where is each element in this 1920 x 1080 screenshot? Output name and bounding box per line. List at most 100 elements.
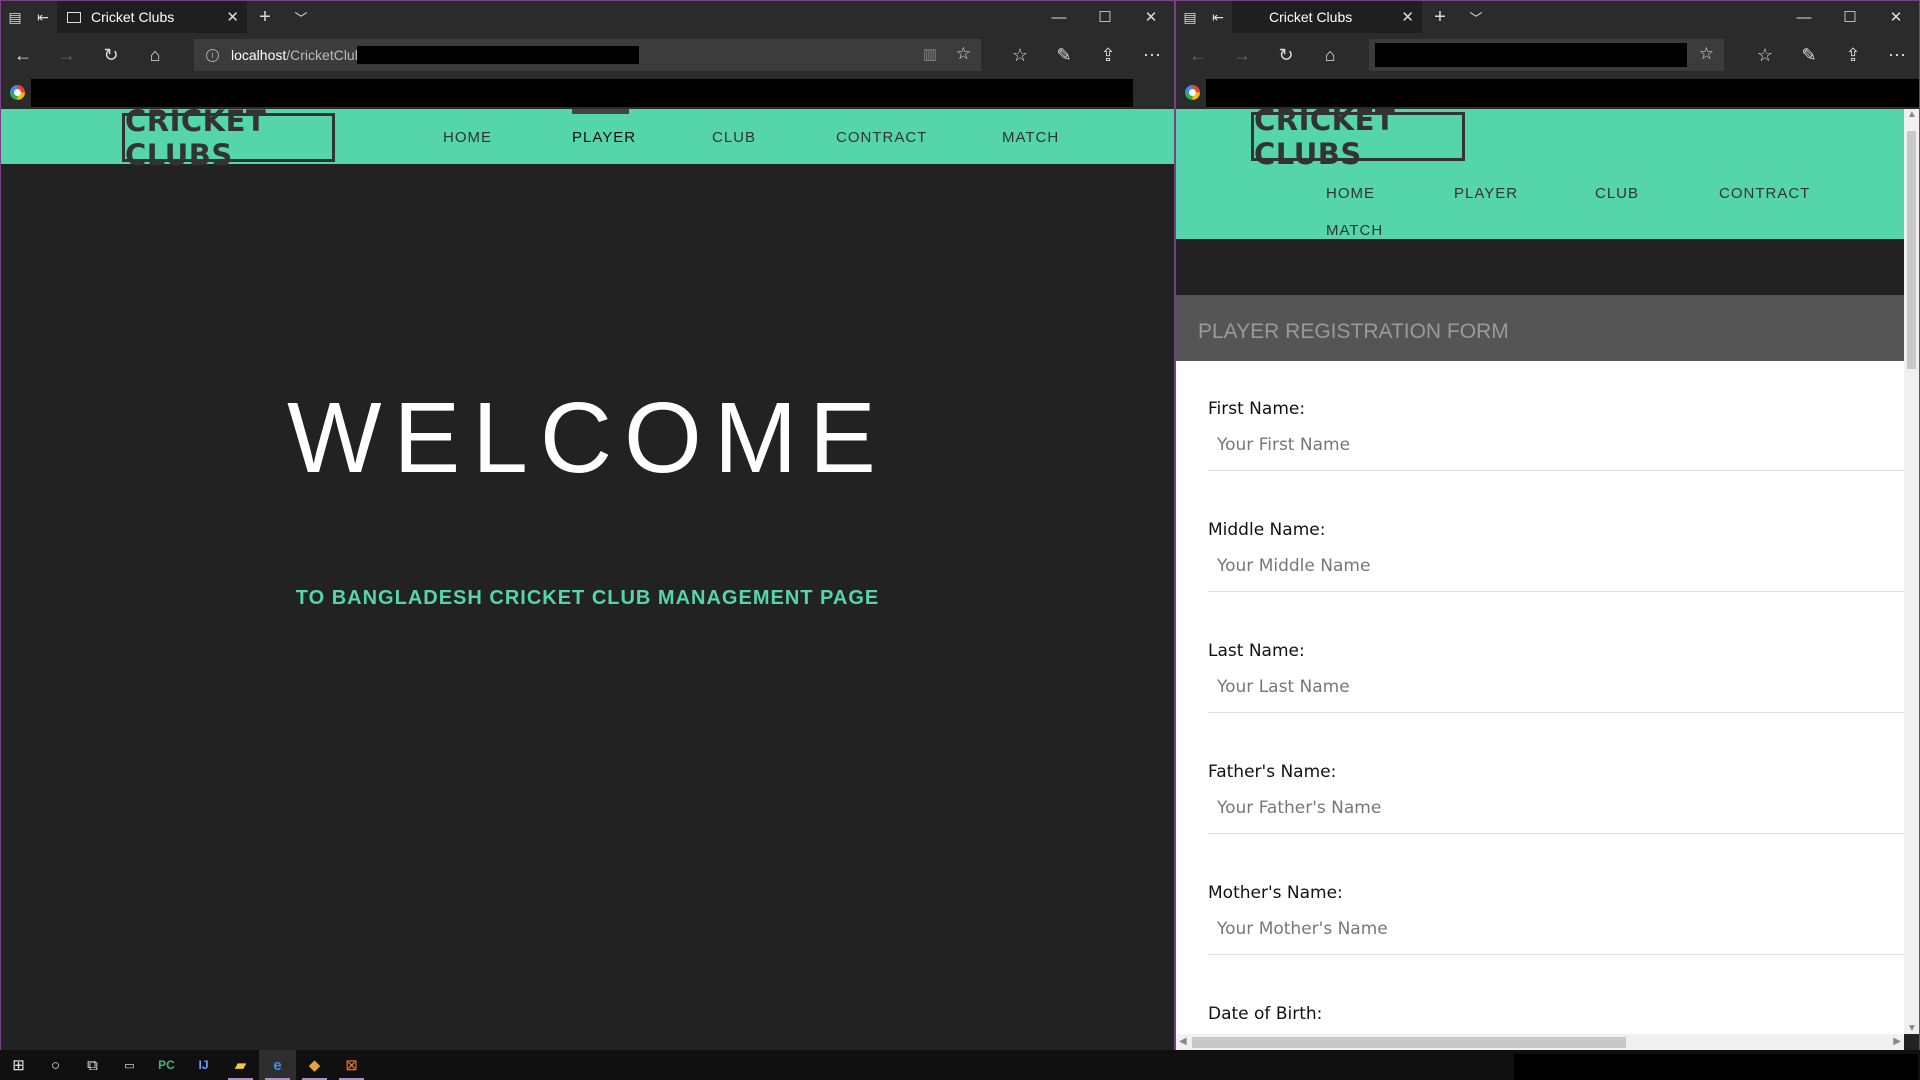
info-icon[interactable]: i: [206, 48, 219, 62]
forward-icon[interactable]: →: [45, 33, 89, 77]
star-icon[interactable]: ☆: [1699, 44, 1714, 64]
site-header: CRICKET CLUBS HOME PLAYER CLUB CONTRACT …: [1176, 109, 1904, 239]
vertical-scroll-thumb[interactable]: [1907, 131, 1916, 369]
minimize-icon[interactable]: —: [1036, 1, 1082, 33]
file-explorer-icon[interactable]: ▰: [222, 1050, 259, 1080]
more-icon[interactable]: ⋯: [1875, 33, 1919, 77]
menu-home[interactable]: HOME: [1326, 185, 1375, 202]
menu-club[interactable]: CLUB: [1595, 185, 1639, 202]
star-icon[interactable]: ☆: [956, 44, 971, 64]
intellij-icon[interactable]: IJ: [185, 1050, 222, 1080]
new-tab-icon[interactable]: +: [247, 1, 283, 33]
home-icon[interactable]: ⌂: [133, 33, 177, 77]
refresh-icon[interactable]: ↻: [1264, 33, 1308, 77]
vertical-scrollbar[interactable]: ▲ ▼: [1904, 109, 1919, 1034]
git-icon[interactable]: ◆: [296, 1050, 333, 1080]
redacted-url: [1375, 43, 1687, 67]
father-name-group: Father's Name:: [1208, 762, 1904, 834]
pen-icon[interactable]: ✎: [1787, 33, 1831, 77]
menu-player[interactable]: PLAYER: [1454, 185, 1518, 202]
home-icon[interactable]: ⌂: [1308, 33, 1352, 77]
middle-name-input[interactable]: [1208, 550, 1904, 592]
menu-club[interactable]: CLUB: [712, 129, 756, 146]
scroll-right-icon[interactable]: ▶: [1893, 1036, 1901, 1047]
xampp-icon[interactable]: ⊠: [333, 1050, 370, 1080]
task-view-icon[interactable]: ⧉: [74, 1050, 111, 1080]
address-path: /CricketClub: [286, 47, 363, 63]
menu-match[interactable]: MATCH: [1002, 129, 1059, 146]
back-icon[interactable]: ←: [1, 33, 45, 77]
pycharm-icon[interactable]: PC: [148, 1050, 185, 1080]
site-logo[interactable]: CRICKET CLUBS: [122, 109, 335, 172]
welcome-heading: WELCOME: [287, 382, 888, 494]
close-tab-icon[interactable]: ✕: [1401, 8, 1414, 26]
share-icon[interactable]: ⇪: [1086, 33, 1130, 77]
address-bar[interactable]: i localhost/CricketClub ▥ ☆: [194, 39, 981, 71]
scroll-up-icon[interactable]: ▲: [1907, 109, 1917, 120]
terminal-icon[interactable]: ▭: [111, 1050, 148, 1080]
tab-title: Cricket Clubs: [1269, 9, 1353, 25]
edge-icon[interactable]: e: [259, 1050, 296, 1080]
favorites-icon[interactable]: ☆: [1743, 33, 1787, 77]
chevron-down-icon[interactable]: ﹀: [1458, 1, 1494, 33]
minimize-icon[interactable]: —: [1781, 1, 1827, 33]
tabs-aside-icon[interactable]: ▤: [1176, 1, 1204, 33]
redacted-favorites: [1206, 79, 1919, 107]
redacted-favorites: [31, 79, 1133, 107]
pen-icon[interactable]: ✎: [1042, 33, 1086, 77]
maximize-icon[interactable]: ☐: [1082, 1, 1128, 33]
menu-contract[interactable]: CONTRACT: [836, 129, 927, 146]
back-icon[interactable]: ←: [1176, 33, 1220, 77]
menu-home[interactable]: HOME: [443, 129, 492, 146]
first-name-group: First Name:: [1208, 399, 1904, 471]
date-of-birth-label: Date of Birth:: [1208, 1004, 1323, 1024]
google-icon[interactable]: [10, 85, 25, 100]
nav-bar: ← → ↻ ⌂ i localhost/CricketClub ▥ ☆ ☆ ✎ …: [1, 33, 1174, 77]
site-logo[interactable]: CRICKET CLUBS: [1251, 109, 1465, 171]
player-registration-form: First Name: Middle Name: Last Name: Fath…: [1176, 361, 1904, 1050]
new-tab-icon[interactable]: +: [1422, 1, 1458, 33]
scroll-down-icon[interactable]: ▼: [1907, 1023, 1917, 1034]
reading-view-icon[interactable]: ▥: [923, 45, 937, 63]
first-name-input[interactable]: [1208, 429, 1904, 471]
set-tabs-aside-icon[interactable]: ⇤: [29, 1, 57, 33]
horizontal-scroll-thumb[interactable]: [1192, 1037, 1626, 1048]
left-browser-window: ▤ ⇤ Cricket Clubs ✕ + ﹀ — ☐ ✕ ← → ↻ ⌂ i …: [0, 0, 1175, 1050]
refresh-icon[interactable]: ↻: [89, 33, 133, 77]
mother-name-label: Mother's Name:: [1208, 883, 1343, 903]
scroll-left-icon[interactable]: ◀: [1179, 1036, 1187, 1047]
menu-player[interactable]: PLAYER: [572, 129, 636, 146]
menu-contract[interactable]: CONTRACT: [1719, 185, 1810, 202]
tab-cricket-clubs[interactable]: Cricket Clubs ✕: [1232, 1, 1422, 33]
close-icon[interactable]: ✕: [1873, 1, 1919, 33]
close-tab-icon[interactable]: ✕: [226, 8, 239, 26]
tab-cricket-clubs[interactable]: Cricket Clubs ✕: [57, 1, 247, 33]
site-header: CRICKET CLUBS HOME PLAYER CLUB CONTRACT …: [1, 109, 1174, 172]
more-icon[interactable]: ⋯: [1130, 33, 1174, 77]
active-indicator: [572, 109, 629, 114]
forward-icon[interactable]: →: [1220, 33, 1264, 77]
father-name-input[interactable]: [1208, 792, 1904, 834]
chevron-down-icon[interactable]: ﹀: [283, 1, 319, 33]
address-host: localhost: [231, 47, 287, 63]
close-icon[interactable]: ✕: [1128, 1, 1174, 33]
mother-name-group: Mother's Name:: [1208, 883, 1904, 955]
windows-start-icon[interactable]: ⊞: [0, 1050, 37, 1080]
mother-name-input[interactable]: [1208, 913, 1904, 955]
cortana-icon[interactable]: ○: [37, 1050, 74, 1080]
google-icon[interactable]: [1185, 85, 1200, 100]
horizontal-scrollbar[interactable]: ◀ ▶: [1176, 1034, 1904, 1050]
last-name-label: Last Name:: [1208, 641, 1305, 661]
tabs-aside-icon[interactable]: ▤: [1, 1, 29, 33]
favorites-icon[interactable]: ☆: [998, 33, 1042, 77]
set-tabs-aside-icon[interactable]: ⇤: [1204, 1, 1232, 33]
nav-bar: ← → ↻ ⌂ ☆ ☆ ✎ ⇪ ⋯: [1176, 33, 1919, 77]
tab-bar: ▤ ⇤ Cricket Clubs ✕ + ﹀ — ☐ ✕: [1176, 1, 1919, 33]
address-bar[interactable]: ☆: [1369, 39, 1724, 71]
maximize-icon[interactable]: ☐: [1827, 1, 1873, 33]
favorites-bar: [1176, 77, 1919, 109]
favorites-bar: [1, 77, 1174, 109]
last-name-input[interactable]: [1208, 671, 1904, 713]
share-icon[interactable]: ⇪: [1831, 33, 1875, 77]
menu-match[interactable]: MATCH: [1326, 222, 1383, 239]
